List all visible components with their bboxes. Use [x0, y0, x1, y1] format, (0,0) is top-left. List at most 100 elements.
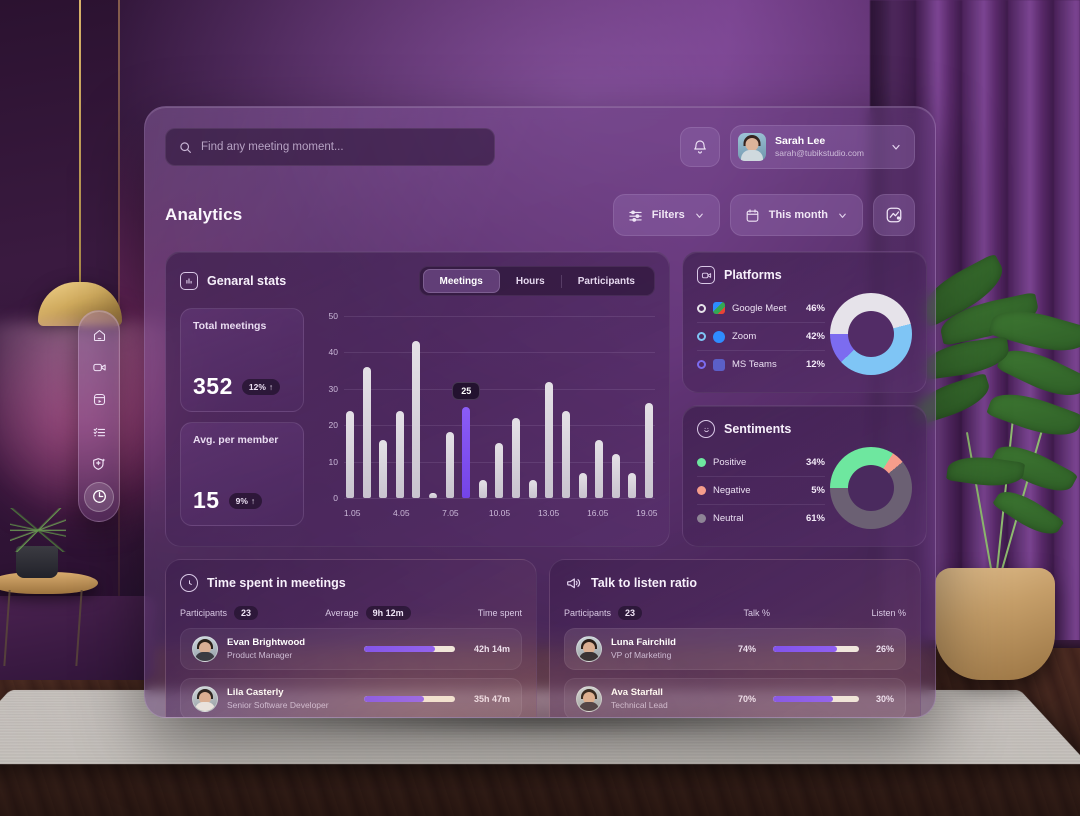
legend-value: 5% — [811, 485, 825, 496]
legend-row-zoom[interactable]: Zoom 42% — [697, 322, 825, 350]
chevron-down-icon[interactable] — [890, 141, 902, 153]
chart-bar[interactable] — [628, 472, 637, 498]
platforms-donut-chart — [830, 293, 912, 375]
filters-button[interactable]: Filters — [612, 194, 720, 236]
legend-value: 12% — [805, 359, 825, 370]
legend-label: Zoom — [732, 331, 757, 342]
export-report-button[interactable] — [873, 194, 915, 236]
chart-plot-area: 0 10 20 30 40 50 25 — [329, 311, 655, 503]
table-row[interactable]: Lila Casterly Senior Software Developer … — [180, 678, 522, 717]
stat-total-meetings: Total meetings 352 12% ↑ — [180, 308, 304, 412]
legend-row-google-meet[interactable]: Google Meet 46% — [697, 294, 825, 322]
chart-y-tick: 10 — [328, 456, 338, 467]
chart-bar[interactable] — [346, 410, 354, 498]
chart-bar[interactable] — [611, 454, 620, 498]
person-name: Evan Brightwood — [227, 637, 306, 649]
tab-meetings[interactable]: Meetings — [422, 269, 500, 293]
time-spent-meta: Participants 23 Average 9h 12m Time spen… — [180, 606, 522, 620]
chevron-down-icon[interactable] — [694, 210, 705, 221]
progress-bar — [364, 646, 455, 652]
chart-bar[interactable] — [512, 417, 521, 498]
listen-column-label: Listen % — [871, 608, 906, 618]
meetings-bar-chart: 0 10 20 30 40 50 25 1.05 4.05 7.05 10.05 13.05 16.0… — [318, 308, 658, 526]
sentiments-legend: Positive 34% Negative 5% Neutral 61% — [697, 448, 825, 532]
avatar — [192, 686, 218, 712]
notifications-button[interactable] — [680, 127, 720, 167]
bar-chart-icon — [180, 272, 198, 290]
platforms-title: Platforms — [724, 268, 782, 282]
sidebar-item-meetings[interactable] — [84, 352, 114, 382]
search-icon — [179, 141, 192, 154]
legend-row-neutral[interactable]: Neutral 61% — [697, 504, 825, 532]
table-row[interactable]: Evan Brightwood Product Manager 42h 14m — [180, 628, 522, 670]
avatar — [576, 636, 602, 662]
zoom-icon — [713, 330, 725, 343]
badge-delta: 12% — [248, 381, 266, 392]
chart-bar[interactable] — [478, 479, 487, 498]
person-role: VP of Marketing — [611, 649, 672, 660]
chart-bar[interactable] — [362, 366, 371, 498]
chart-bar[interactable] — [644, 403, 653, 498]
person-name: Ava Starfall — [611, 687, 663, 699]
page-title: Analytics — [165, 205, 243, 224]
stat-cards: Total meetings 352 12% ↑ Avg. per member… — [180, 308, 304, 526]
table-row[interactable]: Ava Starfall Technical Lead 70% 30% — [564, 678, 906, 717]
legend-row-positive[interactable]: Positive 34% — [697, 448, 825, 476]
period-selector[interactable]: This month — [729, 194, 863, 236]
legend-row-ms-teams[interactable]: MS Teams 12% — [697, 350, 825, 378]
chart-bar[interactable] — [528, 479, 537, 498]
cards-grid: Genaral stats Meetings Hours Participant… — [165, 251, 927, 547]
profile-menu[interactable]: Sarah Lee sarah@tubikstudio.com — [730, 125, 915, 169]
person-role: Senior Software Developer — [227, 699, 329, 710]
search-input[interactable] — [201, 141, 481, 153]
side-table-legs — [3, 590, 83, 666]
calendar-icon — [745, 208, 760, 223]
sidebar-item-home[interactable] — [84, 320, 114, 350]
chart-bar[interactable] — [495, 443, 504, 498]
tab-hours[interactable]: Hours — [500, 269, 561, 293]
chart-bar[interactable] — [561, 410, 570, 498]
progress-fill — [364, 696, 425, 702]
search-bar[interactable] — [165, 128, 495, 166]
sidebar-item-tasks[interactable] — [84, 417, 114, 447]
chart-bar[interactable]: 25 — [452, 382, 481, 498]
chart-x-tick: 7.05 — [442, 508, 459, 518]
person-name: Lila Casterly — [227, 687, 284, 699]
talk-value: 70% — [738, 694, 757, 704]
chart-x-tick: 16.05 — [587, 508, 609, 518]
platforms-card: Platforms Google Meet 46% Zoom 42% MS Te… — [682, 251, 927, 393]
chart-bar[interactable] — [379, 439, 388, 498]
chart-bar[interactable] — [429, 492, 438, 498]
status-badge: 12% ↑ — [241, 378, 281, 395]
clock-analytics-icon — [91, 488, 108, 505]
talk-ratio-title: Talk to listen ratio — [591, 576, 698, 590]
plant-pot — [935, 568, 1055, 680]
chart-bar[interactable] — [595, 439, 604, 498]
participants-label: Participants — [564, 608, 612, 618]
chart-bar[interactable] — [412, 341, 421, 498]
chevron-down-icon[interactable] — [837, 210, 848, 221]
table-row[interactable]: Luna Fairchild VP of Marketing 74% 26% — [564, 628, 906, 670]
stat-label: Avg. per member — [193, 434, 279, 446]
smiley-icon — [697, 420, 715, 438]
chart-gridline — [344, 498, 655, 499]
badge-delta: 9% — [235, 495, 248, 506]
progress-bar — [773, 646, 859, 652]
sidebar-item-recordings[interactable] — [84, 385, 114, 415]
legend-label: Google Meet — [732, 302, 787, 314]
trend-up-icon: ↑ — [250, 495, 256, 506]
sidebar-item-ai-insights[interactable] — [84, 449, 114, 479]
chart-x-tick: 1.05 — [343, 508, 361, 518]
tab-participants[interactable]: Participants — [562, 269, 651, 293]
average-value: 9h 12m — [365, 606, 411, 620]
legend-label: Positive — [713, 456, 747, 468]
chart-bar[interactable] — [445, 432, 454, 498]
sparkle-shield-icon — [91, 456, 107, 472]
legend-dot — [697, 332, 706, 341]
sidebar-item-analytics[interactable] — [84, 481, 114, 512]
chart-bar[interactable] — [545, 381, 554, 498]
bell-icon — [692, 139, 708, 155]
chart-bar[interactable] — [578, 472, 587, 498]
legend-row-negative[interactable]: Negative 5% — [697, 476, 825, 504]
chart-bar[interactable] — [395, 410, 404, 498]
